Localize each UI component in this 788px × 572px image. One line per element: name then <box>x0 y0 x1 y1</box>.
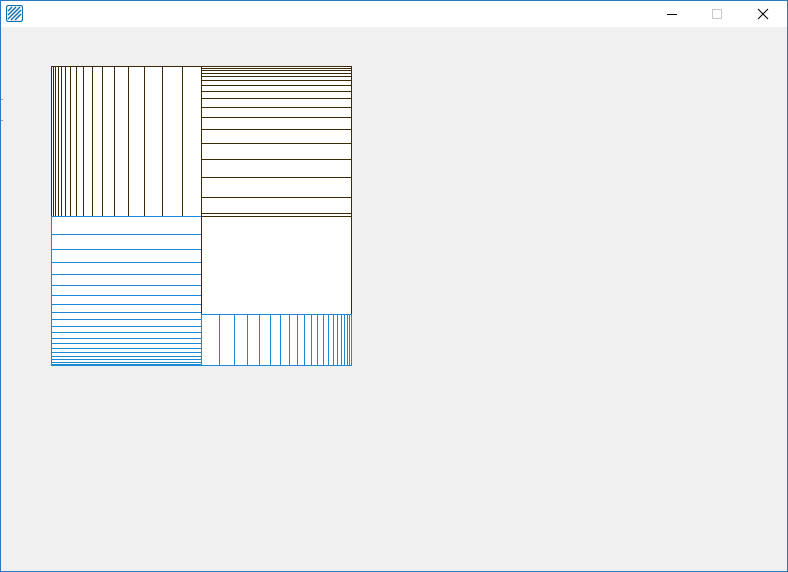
maximize-button[interactable] <box>694 1 740 27</box>
hatched-pattern-icon[interactable] <box>5 4 24 23</box>
title-bar[interactable] <box>1 1 787 27</box>
hatch-drawing <box>51 66 352 366</box>
maximize-icon <box>712 9 722 19</box>
minimize-button[interactable] <box>648 1 694 27</box>
region-top-left <box>51 66 202 217</box>
edge-divider <box>1 99 3 121</box>
close-button[interactable] <box>741 1 787 27</box>
region-top-right <box>201 66 352 217</box>
close-icon <box>757 8 769 20</box>
region-center <box>201 216 352 315</box>
app-window <box>0 0 788 572</box>
minimize-icon <box>667 14 677 15</box>
client-area <box>1 27 787 571</box>
